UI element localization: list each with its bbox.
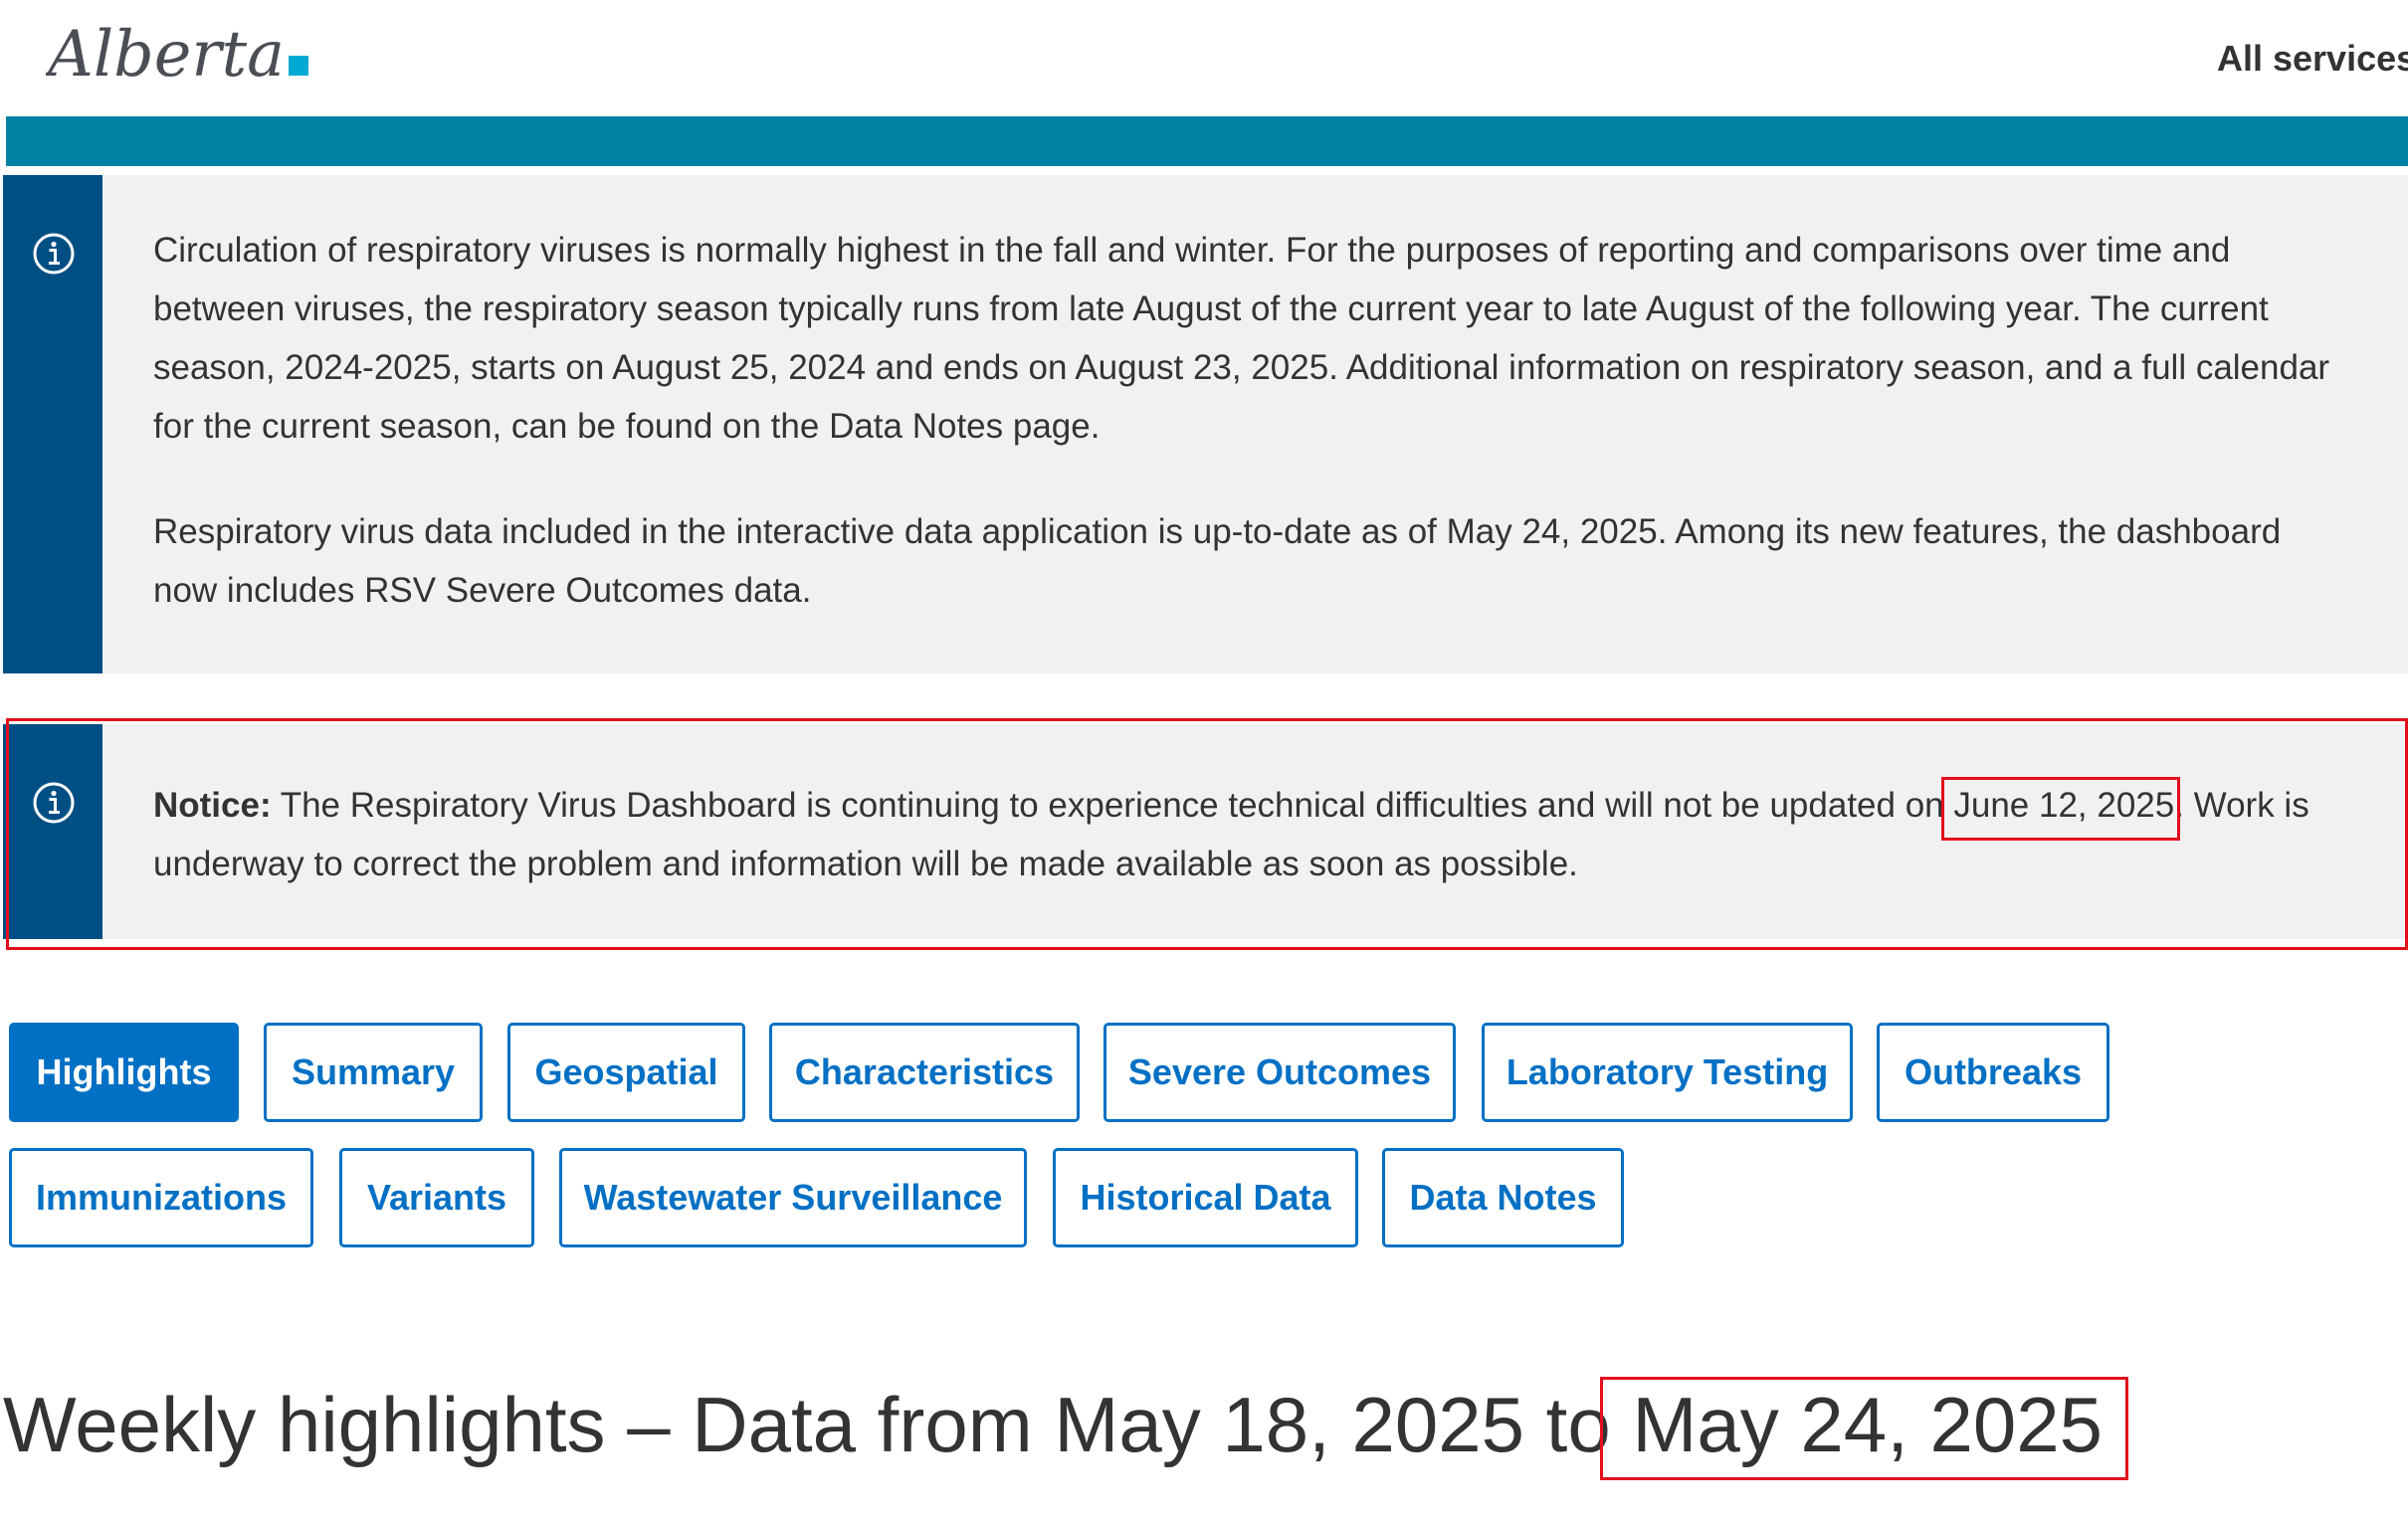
tab-variants[interactable]: Variants — [339, 1148, 534, 1247]
notice-paragraph: Notice: The Respiratory Virus Dashboard … — [153, 776, 2338, 893]
callout-stripe — [3, 724, 102, 939]
season-info-paragraph: Circulation of respiratory viruses is no… — [153, 231, 2330, 446]
tab-laboratory-testing[interactable]: Laboratory Testing — [1482, 1023, 1853, 1122]
site-header: Alberta All services — [6, 0, 2408, 116]
page: Alberta All services Circulation of resp… — [0, 0, 2408, 1523]
notice-text: Notice: The Respiratory Virus Dashboard … — [153, 776, 2338, 893]
tab-severe-outcomes[interactable]: Severe Outcomes — [1104, 1023, 1456, 1122]
tab-immunizations[interactable]: Immunizations — [9, 1148, 313, 1247]
info-icon — [33, 233, 75, 275]
header-color-bar — [6, 116, 2408, 166]
notice-text-before: The Respiratory Virus Dashboard is conti… — [271, 786, 1954, 825]
all-services-link[interactable]: All services — [2217, 38, 2408, 80]
tab-summary[interactable]: Summary — [264, 1023, 483, 1122]
page-title: Weekly highlights – Data from May 18, 20… — [3, 1377, 2128, 1480]
tab-outbreaks[interactable]: Outbreaks — [1877, 1023, 2109, 1122]
highlighted-notice-date: June 12, 2025 — [1941, 776, 2181, 841]
tab-highlights[interactable]: Highlights — [9, 1023, 239, 1122]
respiratory-season-callout: Circulation of respiratory viruses is no… — [3, 175, 2408, 673]
tab-geospatial[interactable]: Geospatial — [507, 1023, 745, 1122]
alberta-logo[interactable]: Alberta — [46, 14, 314, 97]
tab-wastewater-surveillance[interactable]: Wastewater Surveillance — [559, 1148, 1027, 1247]
data-update-paragraph: Respiratory virus data included in the i… — [153, 512, 2282, 610]
tab-historical-data[interactable]: Historical Data — [1053, 1148, 1358, 1247]
info-icon — [33, 782, 75, 824]
tab-data-notes[interactable]: Data Notes — [1382, 1148, 1624, 1247]
highlighted-title-date: May 24, 2025 — [1600, 1377, 2128, 1480]
notice-callout: Notice: The Respiratory Virus Dashboard … — [3, 724, 2408, 939]
tab-characteristics[interactable]: Characteristics — [769, 1023, 1080, 1122]
title-prefix: Weekly highlights – Data from May 18, 20… — [3, 1381, 1611, 1468]
notice-label: Notice: — [153, 786, 272, 825]
callout-text: Circulation of respiratory viruses is no… — [153, 221, 2338, 620]
svg-text:Alberta: Alberta — [46, 18, 285, 92]
